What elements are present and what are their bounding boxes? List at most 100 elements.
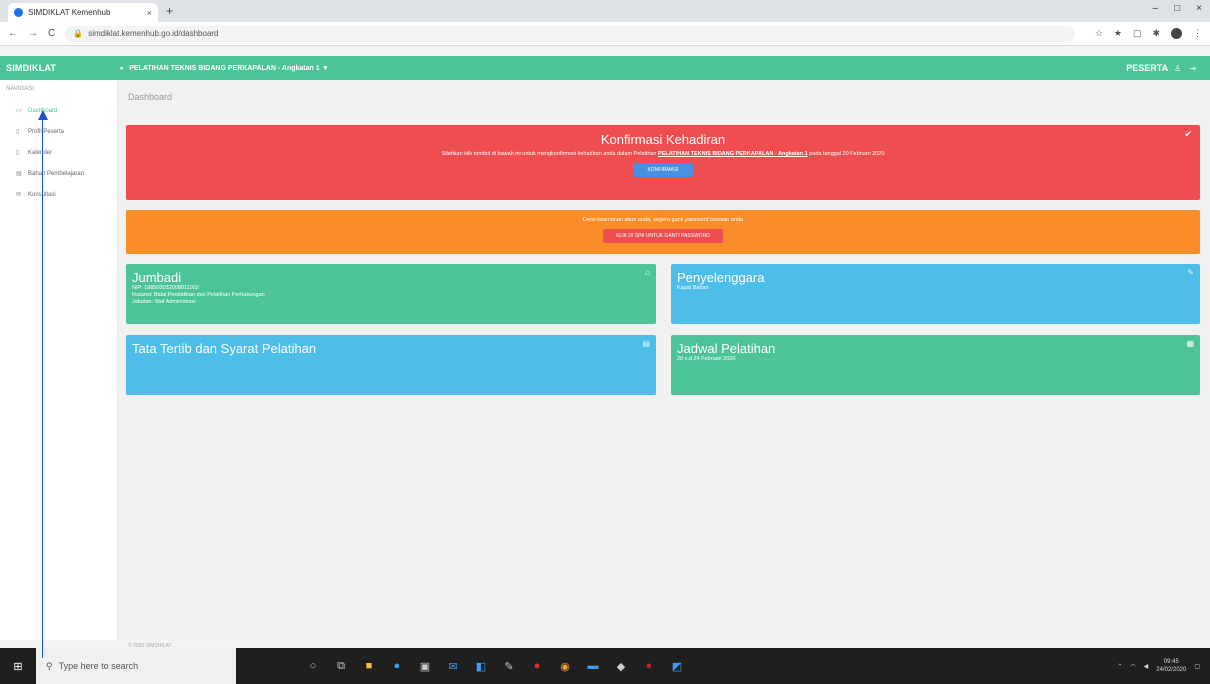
calendar-icon: ▦: [1186, 339, 1194, 348]
dashboard-icon: ▭: [16, 108, 22, 114]
penyelenggara-value: Kapal Bahari: [677, 285, 709, 291]
app-icon[interactable]: ◩: [670, 660, 684, 673]
taskbar-clock[interactable]: 09:45 24/02/2020: [1156, 658, 1186, 674]
course-selector[interactable]: PELATIHAN TEKNIS BIDANG PERKAPALAN - Ang…: [129, 64, 1126, 72]
clock-time: 09:45: [1163, 659, 1179, 665]
browser-tabbar: SIMDIKLAT Kemenhub × + – □ ×: [0, 0, 1210, 22]
taskbar-apps: ○ ⧉ ■ ● ▣ ✉ ◧ ✎ ● ◉ ▬ ◆ ● ◩: [306, 660, 684, 673]
sidebar-item-profil-peserta[interactable]: ▯ Profil Peserta: [0, 121, 117, 142]
opera-icon[interactable]: ●: [530, 660, 544, 672]
chrome-icon[interactable]: ◉: [558, 660, 572, 673]
konfirmasi-kehadiran-card: ✔ Konfirmasi Kehadiran Silahkan klik tom…: [126, 125, 1200, 200]
windows-taskbar: ⊞ ⚲ Type here to search ○ ⧉ ■ ● ▣ ✉ ◧ ✎ …: [0, 648, 1210, 684]
sidebar-item-dashboard[interactable]: ▭ Dashboard: [0, 100, 117, 121]
check-icon: ✔: [1184, 129, 1192, 139]
sidebar-section-title: NAVIGASI: [6, 86, 34, 92]
change-password-button[interactable]: KLIK DI SINI UNTUK GANTI PASSWORD: [603, 229, 723, 243]
tray-chevron-icon[interactable]: ⌃: [1117, 663, 1122, 670]
app-icon[interactable]: ●: [642, 660, 656, 672]
system-tray: ⌃ ◠ ◀ 09:45 24/02/2020 ▢: [1117, 658, 1200, 674]
card-title: Jadwal Pelatihan: [677, 341, 776, 356]
forward-button[interactable]: →: [28, 28, 38, 39]
bookmark-icon[interactable]: ☆: [1095, 28, 1103, 39]
konfirmasi-text: Silahkan klik tombol di bawah ini untuk …: [441, 151, 657, 157]
tab-title: SIMDIKLAT Kemenhub: [28, 8, 111, 17]
header-icons: ♙ ⇥: [1174, 64, 1196, 73]
logout-icon[interactable]: ⇥: [1189, 64, 1196, 73]
app-brand[interactable]: SIMDIKLAT: [0, 63, 120, 73]
app-icon[interactable]: ◆: [614, 660, 628, 673]
extension-icon[interactable]: ★: [1114, 28, 1122, 39]
profile-card[interactable]: ⌂ Jumbadi NIP: 198503032008011002 Instan…: [126, 264, 656, 324]
new-tab-button[interactable]: +: [166, 4, 173, 18]
task-view-icon[interactable]: ⧉: [334, 660, 348, 673]
card-text: Silahkan klik tombol di bawah ini untuk …: [126, 151, 1200, 157]
network-icon[interactable]: ◠: [1130, 663, 1135, 670]
window-controls: – □ ×: [1153, 3, 1202, 14]
browser-menu-icon[interactable]: ⋮: [1193, 28, 1202, 39]
calendar-icon: ▯: [16, 150, 20, 156]
url-text: simdiklat.kemenhub.go.id/dashboard: [88, 29, 219, 38]
sidebar: NAVIGASI ▭ Dashboard ▯ Profil Peserta ▯ …: [0, 80, 118, 640]
card-title: Penyelenggara: [677, 270, 765, 285]
course-name: PELATIHAN TEKNIS BIDANG PERKAPALAN - Ang…: [129, 65, 320, 72]
notification-icon[interactable]: ▢: [1194, 663, 1200, 670]
edge-icon[interactable]: ●: [390, 660, 404, 672]
app-icon[interactable]: ◧: [474, 660, 488, 673]
extension-icon[interactable]: ▢: [1133, 28, 1142, 39]
sidebar-item-bahan-pembelajaran[interactable]: ▤ Bahan Pembelajaran: [0, 163, 117, 184]
sidebar-item-kalender[interactable]: ▯ Kalender: [0, 142, 117, 163]
cortana-icon[interactable]: ○: [306, 660, 320, 672]
role-label[interactable]: PESERTA: [1126, 63, 1168, 73]
reload-button[interactable]: C: [48, 28, 55, 39]
site-favicon-icon: [14, 8, 23, 17]
chevron-down-icon: ▾: [323, 65, 328, 72]
book-icon: ▤: [16, 171, 22, 177]
card-text: Demi keamanan akun anda, segera ganti pa…: [582, 217, 744, 223]
annotation-arrowhead: [38, 110, 48, 120]
app-header: SIMDIKLAT ▪ PELATIHAN TEKNIS BIDANG PERK…: [0, 56, 1210, 80]
profile-line: Jabatan: Staf Administrasi: [132, 299, 196, 305]
minimize-button[interactable]: –: [1153, 3, 1159, 14]
user-icon[interactable]: ♙: [1174, 64, 1181, 73]
penyelenggara-card[interactable]: ✎ Penyelenggara Kapal Bahari: [671, 264, 1200, 324]
app-icon[interactable]: ▬: [586, 660, 600, 672]
lock-icon: 🔒: [73, 29, 84, 38]
clock-date: 24/02/2020: [1156, 667, 1187, 673]
address-bar: ← → C 🔒 simdiklat.kemenhub.go.id/dashboa…: [0, 22, 1210, 46]
konfirmasi-button[interactable]: KONFIRMASI: [633, 163, 693, 177]
edit-icon: ✎: [1187, 268, 1194, 277]
mail-app-icon[interactable]: ✉: [446, 660, 460, 673]
card-title: Konfirmasi Kehadiran: [600, 132, 726, 147]
jadwal-value: 20 s.d 24 Februari 2020: [677, 356, 736, 362]
profile-line: NIP: 198503032008011002: [132, 285, 199, 291]
profile-icon: ▯: [16, 129, 20, 135]
course-link[interactable]: PELATIHAN TEKNIS BIDANG PERKAPALAN - Ang…: [658, 151, 808, 157]
file-explorer-icon[interactable]: ■: [362, 660, 376, 672]
taskbar-search-input[interactable]: ⚲ Type here to search: [36, 648, 236, 684]
profile-line: Instansi: Balai Pendidikan dan Pelatihan…: [132, 292, 265, 298]
windows-start-icon[interactable]: ⊞: [0, 660, 36, 673]
extensions-puzzle-icon[interactable]: ✱: [1152, 28, 1160, 39]
back-button[interactable]: ←: [8, 28, 18, 39]
search-icon: ⚲: [46, 660, 53, 671]
tab-close-icon[interactable]: ×: [147, 8, 152, 18]
maximize-button[interactable]: □: [1174, 3, 1180, 14]
main-content: Dashboard ✔ Konfirmasi Kehadiran Silahka…: [118, 80, 1210, 649]
annotation-arrow: [42, 118, 43, 658]
sidebar-item-label: Bahan Pembelajaran: [28, 170, 85, 177]
menu-toggle-icon[interactable]: ▪: [120, 63, 123, 73]
store-icon[interactable]: ▣: [418, 660, 432, 673]
sidebar-item-label: Profil Peserta: [28, 128, 65, 135]
sidebar-item-konsultasi[interactable]: ✉ Konsultasi: [0, 184, 117, 205]
close-window-button[interactable]: ×: [1196, 3, 1202, 14]
app-icon[interactable]: ✎: [502, 660, 516, 673]
konfirmasi-text-tail: pada tanggal 20 Februari 2020: [809, 151, 885, 157]
url-input[interactable]: 🔒 simdiklat.kemenhub.go.id/dashboard: [65, 25, 1075, 42]
breadcrumb: Dashboard: [128, 92, 173, 102]
browser-tab[interactable]: SIMDIKLAT Kemenhub ×: [8, 3, 158, 22]
tata-tertib-card[interactable]: ▤ Tata Tertib dan Syarat Pelatihan: [126, 335, 656, 395]
profile-avatar[interactable]: [1171, 28, 1182, 39]
volume-icon[interactable]: ◀: [1144, 663, 1149, 670]
jadwal-card[interactable]: ▦ Jadwal Pelatihan 20 s.d 24 Februari 20…: [671, 335, 1200, 395]
